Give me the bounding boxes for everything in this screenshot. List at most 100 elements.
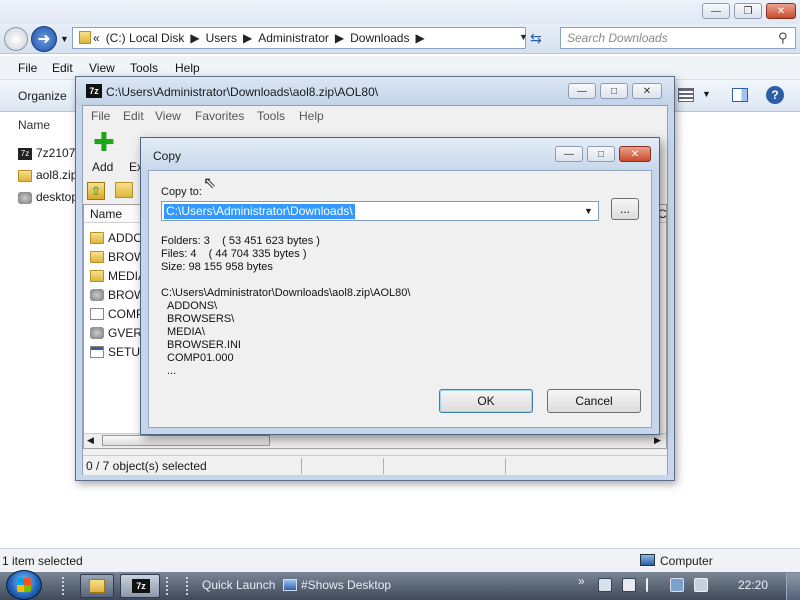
volume-muted-icon[interactable] (694, 578, 708, 592)
7zip-app-icon: 7z (86, 84, 102, 98)
destination-path-value[interactable]: C:\Users\Administrator\Downloads\ (164, 204, 355, 219)
zip-menu-favorites[interactable]: Favorites (195, 109, 244, 123)
size-info: Size: 98 155 958 bytes (161, 261, 273, 273)
action-center-flag-icon[interactable] (646, 578, 660, 592)
menu-edit[interactable]: Edit (52, 61, 73, 75)
status-divider (383, 458, 384, 474)
horizontal-scrollbar[interactable]: ◀ ▶ (84, 433, 666, 448)
taskbar-grip[interactable] (166, 577, 171, 595)
scroll-right-icon[interactable]: ▶ (654, 435, 661, 446)
refresh-icon[interactable]: ⇆ (530, 30, 542, 47)
file-name: aol8.zip (36, 168, 78, 182)
taskbar-grip[interactable] (186, 577, 194, 595)
list-item[interactable]: COMP (90, 307, 144, 321)
explorer-maximize-button[interactable]: ❐ (734, 3, 762, 19)
destination-path-combobox[interactable]: C:\Users\Administrator\Downloads\ ▼ (161, 201, 599, 221)
preview-pane-icon[interactable] (732, 88, 748, 102)
zip-menu-help[interactable]: Help (299, 109, 324, 123)
start-button[interactable] (6, 570, 42, 600)
status-location-text: Computer (660, 554, 713, 568)
list-item[interactable]: BROW (90, 288, 145, 302)
copy-close-button[interactable]: ✕ (619, 146, 651, 162)
add-button-label[interactable]: Add (92, 160, 113, 174)
shows-desktop-label[interactable]: #Shows Desktop (301, 578, 391, 592)
forward-button[interactable]: ➜ (31, 26, 57, 52)
search-icon[interactable]: ⚲ (778, 30, 788, 46)
breadcrumb-arrow-icon[interactable]: ▶ (190, 31, 199, 45)
explorer-titlebar: — ❐ ✕ (0, 0, 800, 24)
column-header-name[interactable]: Name (18, 118, 50, 132)
breadcrumb-arrow-icon[interactable]: ▶ (335, 31, 344, 45)
source-item: ADDONS\ (167, 300, 218, 312)
taskbar-7zip-button[interactable]: 7z (120, 574, 160, 598)
list-item[interactable]: aol8.zip (18, 168, 77, 182)
menu-file[interactable]: File (18, 61, 37, 75)
source-path: C:\Users\Administrator\Downloads\aol8.zi… (161, 287, 411, 299)
scroll-thumb[interactable] (102, 435, 270, 446)
copy-to-label: Copy to: (161, 186, 202, 198)
show-desktop-icon[interactable] (283, 579, 297, 591)
breadcrumb-arrow-icon[interactable]: ▶ (243, 31, 252, 45)
tray-check-icon[interactable] (622, 578, 636, 592)
cancel-button[interactable]: Cancel (547, 389, 641, 413)
7zip-icon: 7z (132, 579, 150, 593)
tray-app-icon[interactable] (598, 578, 612, 592)
column-header-name[interactable]: Name (90, 207, 122, 221)
7zip-close-button[interactable]: ✕ (632, 83, 662, 99)
menu-tools[interactable]: Tools (130, 61, 158, 75)
back-button[interactable] (4, 27, 28, 51)
settings-file-icon (90, 327, 104, 339)
views-icon[interactable] (678, 88, 694, 102)
breadcrumb-local-disk[interactable]: (C:) Local Disk (106, 31, 185, 45)
recent-pages-chevron-icon[interactable]: ▼ (60, 34, 69, 44)
network-icon[interactable] (670, 578, 684, 592)
7zip-title: C:\Users\Administrator\Downloads\aol8.zi… (106, 85, 379, 99)
ok-button[interactable]: OK (439, 389, 533, 413)
status-selection-text: 1 item selected (2, 554, 83, 568)
item-name: ADDO (108, 231, 143, 245)
breadcrumb-users[interactable]: Users (206, 31, 237, 45)
address-bar[interactable]: « (C:) Local Disk ▶ Users ▶ Administrato… (72, 27, 528, 49)
help-icon[interactable]: ? (766, 86, 784, 104)
quick-launch-label[interactable]: Quick Launch (202, 578, 275, 592)
windows-logo-icon (17, 578, 31, 592)
zip-menu-tools[interactable]: Tools (257, 109, 285, 123)
7zip-menubar: File Edit View Favorites Tools Help (83, 106, 667, 126)
up-folder-icon[interactable]: ⇧ (87, 182, 105, 200)
breadcrumb-administrator[interactable]: Administrator (258, 31, 329, 45)
views-dropdown-icon[interactable]: ▼ (702, 89, 711, 99)
zip-menu-view[interactable]: View (155, 109, 181, 123)
7zip-minimize-button[interactable]: — (568, 83, 596, 99)
zip-menu-file[interactable]: File (91, 109, 110, 123)
explorer-minimize-button[interactable]: — (702, 3, 730, 19)
search-input[interactable]: Search Downloads (560, 27, 796, 49)
address-dropdown-icon[interactable]: ▼ (519, 32, 528, 42)
add-icon[interactable]: ✚ (93, 129, 115, 155)
scroll-left-icon[interactable]: ◀ (87, 435, 94, 446)
list-item[interactable]: MEDIA (90, 269, 146, 283)
tray-overflow-icon[interactable]: » (578, 574, 585, 588)
organize-button[interactable]: Organize (18, 89, 67, 103)
taskbar-grip[interactable] (62, 577, 67, 595)
breadcrumb-overflow[interactable]: « (93, 31, 100, 45)
breadcrumb-arrow-icon[interactable]: ▶ (415, 31, 424, 45)
clock[interactable]: 22:20 (738, 578, 768, 592)
show-desktop-button[interactable] (786, 573, 800, 600)
menu-view[interactable]: View (89, 61, 115, 75)
7zip-maximize-button[interactable]: □ (600, 83, 628, 99)
folder-icon (90, 270, 104, 282)
item-name: COMP (108, 307, 144, 321)
explorer-close-button[interactable]: ✕ (766, 3, 796, 19)
explorer-status-bar: 1 item selected Computer (0, 548, 800, 572)
list-item[interactable]: ADDO (90, 231, 143, 245)
zip-menu-edit[interactable]: Edit (123, 109, 144, 123)
copy-minimize-button[interactable]: — (555, 146, 583, 162)
taskbar-explorer-button[interactable] (80, 574, 114, 598)
combobox-dropdown-icon[interactable]: ▼ (584, 206, 593, 216)
menu-help[interactable]: Help (175, 61, 200, 75)
breadcrumb-downloads[interactable]: Downloads (350, 31, 409, 45)
copy-maximize-button[interactable]: □ (587, 146, 615, 162)
browse-button[interactable]: ... (611, 198, 639, 220)
list-item[interactable]: BROW (90, 250, 145, 264)
7zip-titlebar: 7z C:\Users\Administrator\Downloads\aol8… (76, 77, 674, 105)
